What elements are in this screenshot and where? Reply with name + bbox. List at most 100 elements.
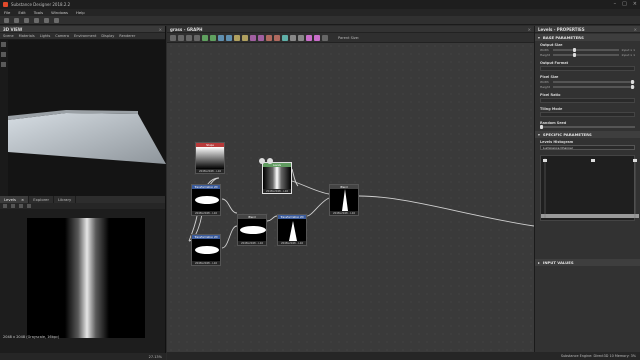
pixel-width-slider[interactable]	[553, 80, 635, 84]
graph-node-blend-final[interactable]: Blend 2048x2048 - L16	[329, 184, 359, 216]
node-caption: 2048x2048 - L16	[265, 190, 289, 193]
output-format-select[interactable]	[540, 66, 635, 71]
zoom-level[interactable]: 27.13%	[149, 355, 162, 359]
close-icon[interactable]: ×	[634, 27, 637, 32]
save-all-icon[interactable]	[34, 17, 39, 23]
chevron-down-icon: ▾	[538, 35, 540, 40]
channel-select[interactable]: Luminance Channel	[540, 145, 635, 150]
window-controls: – □ ×	[614, 1, 637, 7]
slider-knob[interactable]	[572, 53, 576, 57]
3d-view-menu: Scene Materials Lights Camera Environmen…	[0, 33, 165, 39]
new-file-icon[interactable]	[4, 17, 9, 23]
menu-edit[interactable]: Edit	[18, 10, 25, 15]
output-width-slider[interactable]	[553, 48, 619, 52]
output-width-value: Input x 1	[621, 48, 635, 52]
pixel-height-slider[interactable]	[553, 85, 635, 89]
3d-view-header: 3D VIEW ×	[0, 26, 165, 33]
menu-file[interactable]: File	[4, 10, 10, 15]
histogram-graph	[541, 158, 639, 218]
undo-icon[interactable]	[44, 17, 49, 23]
fit-icon[interactable]	[27, 204, 31, 208]
base-parameters-label: BASE PARAMETERS	[542, 35, 584, 40]
menu-renderer[interactable]: Renderer	[119, 34, 135, 38]
node-caption: 2048x2048 - L16	[280, 242, 304, 245]
random-seed-label: Random Seed	[540, 121, 567, 125]
2d-preview-image[interactable]	[27, 218, 145, 338]
slider-knob[interactable]	[630, 85, 634, 89]
camera-icon[interactable]	[1, 42, 6, 47]
screenshot-icon[interactable]	[1, 62, 6, 67]
levels-histogram-label: Levels Histogram	[540, 140, 574, 144]
node-options-icon[interactable]	[259, 158, 265, 164]
tiling-icon[interactable]	[11, 204, 15, 208]
random-seed-slider-row	[540, 125, 635, 129]
graph-node-transform-lower[interactable]: Transformation 2D 2048x2048 - L16	[191, 234, 221, 266]
node-thumbnail	[278, 219, 306, 241]
pixel-size-label: Pixel Size	[540, 75, 559, 79]
output-height-row: Height Input x 1	[540, 53, 635, 57]
3d-viewport[interactable]	[6, 40, 166, 196]
2d-view-panel: Levels × Explorer Library 2048 x 2048 (G…	[0, 196, 166, 360]
node-thumbnail	[330, 189, 358, 211]
window-titlebar: Substance Designer 2018.2.2 – □ ×	[0, 0, 640, 9]
menu-camera[interactable]: Camera	[55, 34, 69, 38]
graph-panel: grass - GRAPH × Parent Size: Shape 2048x…	[167, 26, 534, 352]
graph-node-levels[interactable]: Levels 2048x2048 - L16	[262, 162, 292, 194]
node-toolbar	[259, 158, 273, 164]
tiling-mode-label: Tiling Mode	[540, 107, 563, 111]
graph-node-transform-upper[interactable]: Transformation 2D 2048x2048 - L16	[191, 184, 221, 216]
slider-knob[interactable]	[540, 125, 543, 129]
random-seed-row: Random Seed	[535, 119, 640, 130]
light-icon[interactable]	[1, 52, 6, 57]
close-icon[interactable]: ×	[159, 27, 162, 32]
chevron-down-icon: ▾	[538, 132, 540, 137]
3d-view-toolbar	[1, 42, 7, 67]
slider-knob[interactable]	[630, 80, 634, 84]
maximize-icon[interactable]: □	[622, 1, 627, 7]
slider-knob[interactable]	[572, 48, 576, 52]
node-pin-icon[interactable]	[267, 158, 273, 164]
random-seed-slider[interactable]	[540, 125, 635, 129]
graph-node-shape[interactable]: Shape 2048x2048 - L16	[195, 142, 225, 174]
close-icon[interactable]: ×	[21, 197, 24, 202]
node-thumbnail	[192, 189, 220, 211]
menu-scene[interactable]: Scene	[3, 34, 14, 38]
levels-histogram[interactable]	[540, 155, 639, 221]
minimize-icon[interactable]: –	[614, 1, 617, 7]
menu-help[interactable]: Help	[76, 10, 85, 15]
channels-icon[interactable]	[3, 204, 7, 208]
menu-display[interactable]: Display	[101, 34, 114, 38]
histogram-icon[interactable]	[19, 204, 23, 208]
node-caption: 2048x2048 - L16	[194, 212, 218, 215]
graph-node-blend[interactable]: Blend 2048x2048 - L16	[237, 214, 267, 246]
node-caption: 2048x2048 - L16	[240, 242, 264, 245]
chevron-right-icon: ▸	[538, 260, 540, 265]
specific-parameters-section[interactable]: ▾ SPECIFIC PARAMETERS	[535, 131, 640, 138]
menu-environment[interactable]: Environment	[74, 34, 96, 38]
open-file-icon[interactable]	[14, 17, 19, 23]
output-height-slider[interactable]	[553, 53, 619, 57]
graph-node-transform-right[interactable]: Transformation 2D 2048x2048 - L16	[277, 214, 307, 246]
tiling-mode-select[interactable]	[540, 112, 635, 117]
save-icon[interactable]	[24, 17, 29, 23]
input-values-section[interactable]: ▸ INPUT VALUES	[535, 259, 640, 266]
node-thumbnail	[263, 167, 291, 189]
menu-bar: File Edit Tools Windows Help	[0, 9, 640, 16]
height-label: Height	[540, 85, 550, 89]
3d-mesh-render	[6, 110, 166, 164]
close-icon[interactable]: ×	[633, 1, 637, 7]
base-parameters-section[interactable]: ▾ BASE PARAMETERS	[535, 34, 640, 41]
menu-materials[interactable]: Materials	[19, 34, 35, 38]
tab-levels[interactable]: Levels ×	[0, 196, 30, 203]
status-bar: Substance Engine: Direct3D 10 Memory: 3%	[167, 352, 640, 360]
tab-explorer[interactable]: Explorer	[29, 196, 55, 203]
node-caption: 2048x2048 - L16	[198, 170, 222, 173]
tab-library[interactable]: Library	[54, 196, 77, 203]
menu-lights[interactable]: Lights	[40, 34, 51, 38]
input-values-label: INPUT VALUES	[542, 260, 574, 265]
menu-windows[interactable]: Windows	[51, 10, 68, 15]
redo-icon[interactable]	[54, 17, 59, 23]
menu-tools[interactable]: Tools	[34, 10, 43, 15]
node-thumbnail	[238, 219, 266, 241]
pixel-ratio-select[interactable]	[540, 98, 635, 103]
